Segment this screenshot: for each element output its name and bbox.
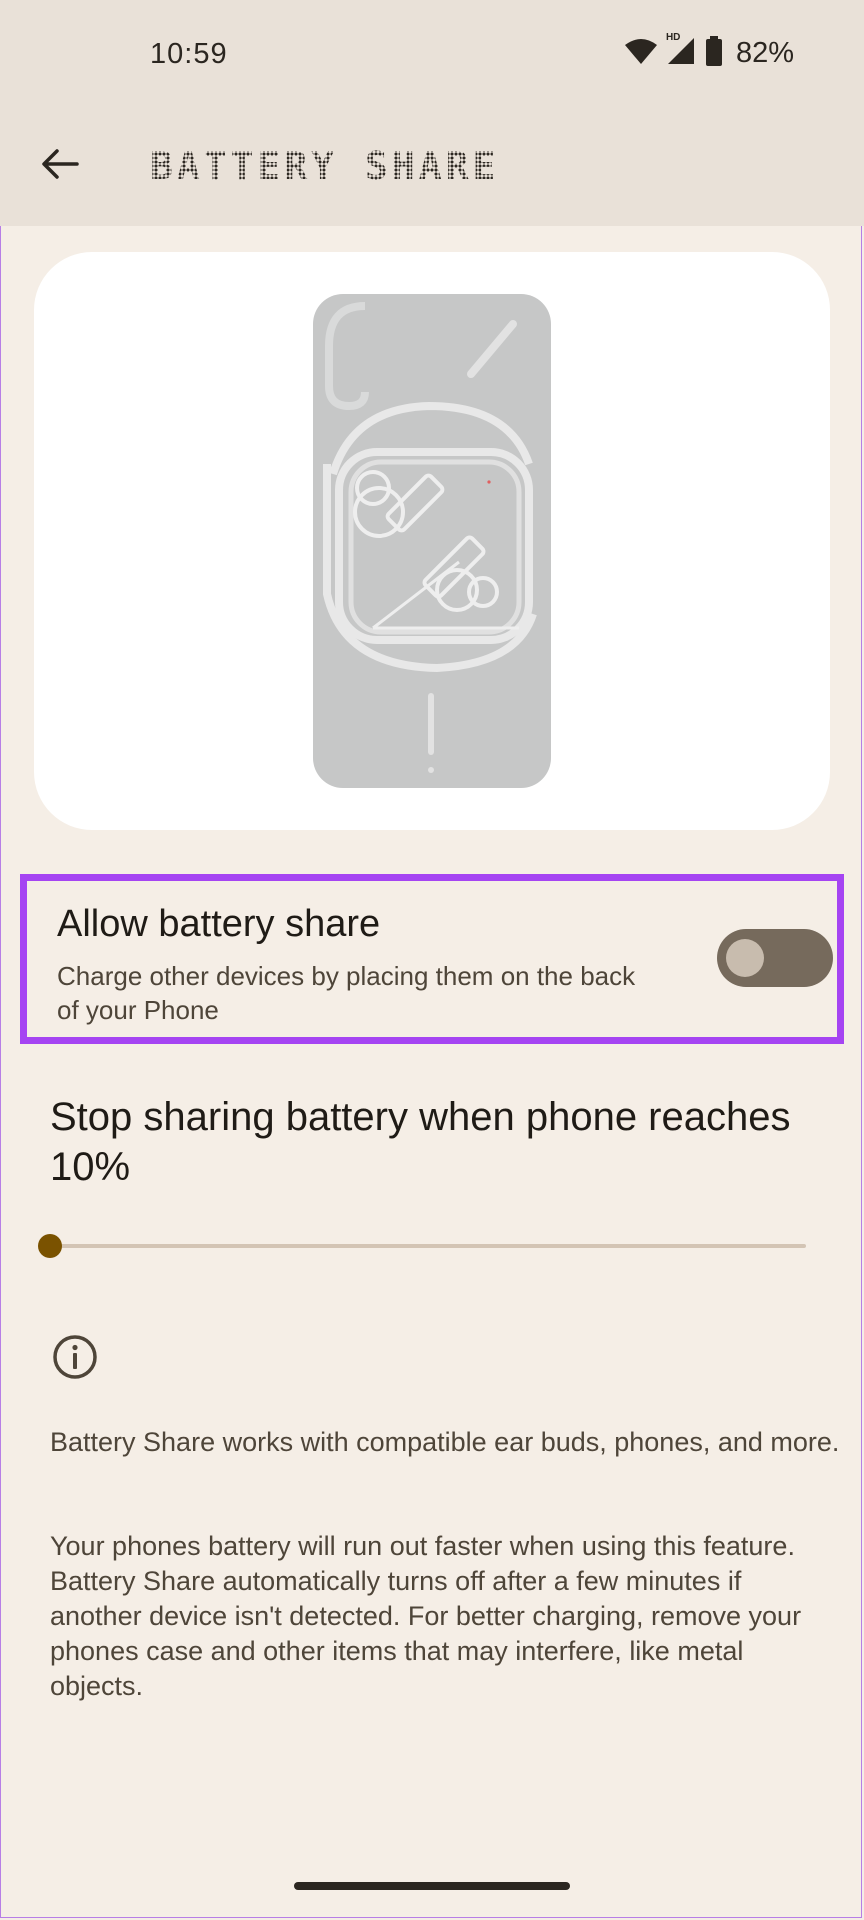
allow-battery-share-switch[interactable]	[717, 929, 833, 987]
status-time: 10:59	[150, 38, 228, 70]
battery-icon	[705, 36, 722, 71]
status-bar: 10:59 HD 82%	[0, 0, 864, 110]
app-header: BATTERY SHARE	[0, 110, 864, 226]
status-icons: HD 82%	[624, 32, 794, 71]
threshold-title: Stop sharing battery when phone reaches …	[50, 1095, 791, 1189]
slider-track	[50, 1244, 806, 1248]
illustration-card	[34, 252, 830, 830]
gesture-navigation-bar[interactable]	[294, 1882, 570, 1890]
switch-thumb	[726, 939, 764, 977]
info-paragraph-compatibility: Battery Share works with compatible ear …	[50, 1427, 840, 1457]
page-title: BATTERY SHARE	[150, 144, 500, 188]
wifi-icon	[624, 37, 658, 70]
battery-percent: 82%	[735, 37, 794, 69]
allow-battery-share-summary: Charge other devices by placing them on …	[57, 961, 636, 1025]
back-button[interactable]	[36, 142, 84, 190]
phone-back-with-earbuds-illustration	[313, 294, 551, 788]
info-circle-icon	[52, 1334, 98, 1380]
arrow-left-icon	[41, 148, 79, 185]
slider-thumb[interactable]	[38, 1234, 62, 1258]
allow-battery-share-row[interactable]: Allow battery share Charge other devices…	[20, 874, 844, 1044]
info-paragraph-warning: Your phones battery will run out faster …	[50, 1531, 802, 1701]
allow-battery-share-title: Allow battery share	[57, 903, 381, 945]
network-badge: HD	[665, 32, 681, 43]
threshold-slider[interactable]	[36, 1228, 808, 1264]
cell-signal-icon: HD	[666, 32, 698, 71]
